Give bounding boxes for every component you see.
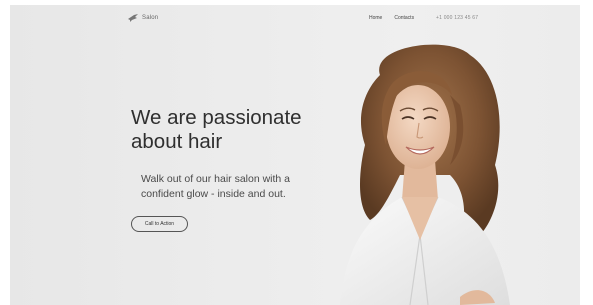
hero-headline: We are passionate about hair	[131, 106, 302, 153]
hero-portrait-image	[310, 35, 520, 305]
nav-contacts-link[interactable]: Contacts	[394, 15, 414, 21]
smiling-woman-illustration	[340, 44, 510, 305]
bird-icon	[128, 14, 138, 22]
nav-home-link[interactable]: Home	[369, 15, 382, 21]
site-header: Salon Home Contacts +1 000 123 45 67	[10, 5, 580, 33]
landing-page: Salon Home Contacts +1 000 123 45 67 We …	[10, 5, 580, 305]
logo[interactable]: Salon	[128, 14, 158, 22]
phone-number[interactable]: +1 000 123 45 67	[436, 15, 478, 21]
logo-text: Salon	[142, 15, 159, 21]
hero-subtext: Walk out of our hair salon with a confid…	[141, 173, 291, 200]
main-nav: Home Contacts	[369, 15, 414, 21]
call-to-action-button[interactable]: Call to Action	[131, 216, 188, 232]
